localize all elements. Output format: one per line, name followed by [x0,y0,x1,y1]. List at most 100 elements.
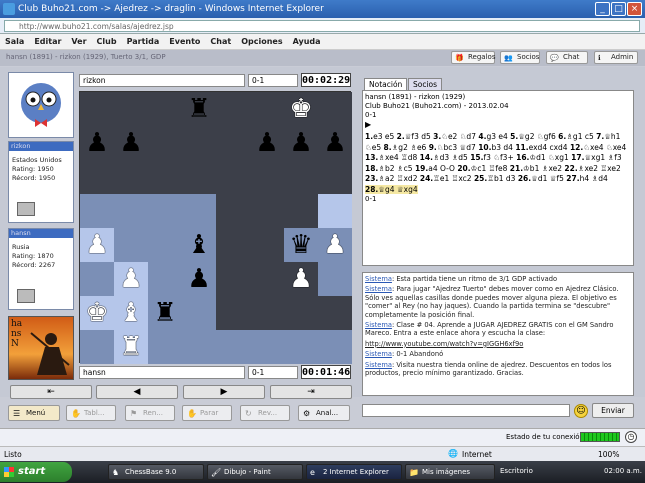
close-button[interactable]: × [627,2,642,16]
board-square[interactable] [318,92,352,126]
move-item[interactable]: 28.♕g4 ♕xg4 [365,184,418,194]
move-item[interactable]: 4.g3 e4 [478,132,510,141]
board-square[interactable] [148,330,182,364]
board-square[interactable] [148,194,182,228]
chess-piece[interactable]: ♜ [148,296,182,330]
move-item[interactable]: 17.♕xg1 ♗f3 [571,153,622,162]
chess-piece[interactable]: ♟ [80,228,114,262]
menu-opciones[interactable]: Opciones [236,34,287,50]
move-item[interactable]: 18.♗b2 ♗c5 [365,164,415,173]
menu-ayuda[interactable]: Ayuda [288,34,326,50]
board-square[interactable] [250,296,284,330]
chat-sender[interactable]: Sistema [365,350,392,358]
socios-button[interactable]: 👥 Socios [500,51,540,64]
chess-piece[interactable]: ♟ [284,262,318,296]
move-item[interactable]: 3.♘e2 ♘d7 [433,132,478,141]
board-square[interactable] [216,160,250,194]
menu-button[interactable]: ☰ Menú [8,405,60,421]
start-button[interactable]: start [0,462,72,482]
move-item[interactable]: 12.♘xe4 ♘xe4 [570,143,626,152]
board-square[interactable] [148,92,182,126]
nav-next-button[interactable]: ▶ [183,385,265,399]
board-square[interactable] [284,160,318,194]
board-square[interactable] [182,296,216,330]
admin-button[interactable]: ℹ Admin [594,51,638,64]
board-square[interactable] [216,296,250,330]
smiley-icon[interactable]: ☺ [574,404,588,418]
move-item[interactable]: 20.♔c1 [457,164,488,173]
chess-board[interactable]: ♜ ♚ ♟ ♟ ♟ ♟ ♟ ♟ ♝ ♛ ♟ ♟ ♟ ♟ ♚ ♝ ♜ ♜ [79,91,352,364]
board-square[interactable] [216,92,250,126]
move-item[interactable]: 11.exd4 cxd4 [515,143,570,152]
board-square[interactable] [250,228,284,262]
chess-piece[interactable]: ♜ [182,92,216,126]
board-square[interactable] [216,228,250,262]
move-item[interactable]: 15.f3 ♘f3+ [470,153,516,162]
chess-piece[interactable]: ♟ [284,126,318,160]
move-item[interactable]: 23.♗a2 ♖xd2 [365,174,420,183]
bottom-player-flag-icon[interactable] [17,289,35,303]
task-my-pictures[interactable]: 📁 Mis imágenes [405,464,495,480]
chat-button[interactable]: 💬 Chat [546,51,588,64]
board-square[interactable] [318,160,352,194]
board-square[interactable] [182,194,216,228]
nav-first-button[interactable]: ⇤ [10,385,92,399]
board-square[interactable] [114,160,148,194]
minimize-button[interactable]: _ [595,2,610,16]
board-square[interactable] [80,330,114,364]
nav-last-button[interactable]: ⇥ [270,385,352,399]
menu-chat[interactable]: Chat [205,34,236,50]
board-square[interactable] [216,194,250,228]
maximize-button[interactable]: □ [611,2,626,16]
move-item[interactable]: 9.♘bc3 ♕d7 [429,143,478,152]
menu-sala[interactable]: Sala [0,34,29,50]
board-square[interactable] [80,160,114,194]
board-square[interactable] [114,92,148,126]
nav-prev-button[interactable]: ◀ [96,385,178,399]
regalos-button[interactable]: 🎁 Regalos [451,51,495,64]
chess-piece[interactable]: ♟ [318,228,352,262]
board-square[interactable] [318,296,352,330]
chat-input[interactable] [362,404,570,417]
board-square[interactable] [80,262,114,296]
menu-club[interactable]: Club [92,34,122,50]
board-square[interactable] [250,262,284,296]
move-item[interactable]: 1.e3 e5 [365,132,397,141]
board-square[interactable] [182,330,216,364]
board-square[interactable] [148,228,182,262]
board-square[interactable] [80,194,114,228]
menu-partida[interactable]: Partida [122,34,165,50]
move-item[interactable]: 16.♔d1 ♘xg1 [516,153,571,162]
move-item[interactable]: 2.♕f3 d5 [397,132,434,141]
menu-ver[interactable]: Ver [66,34,91,50]
move-list[interactable]: 1.e3 e5 2.♕f3 d5 3.♘e2 ♘d7 4.g3 e4 5.♕g2… [365,132,631,195]
rematch-button[interactable]: ↻ Rev... [240,405,290,421]
draw-button[interactable]: ✋ Tabl... [66,405,116,421]
board-square[interactable] [284,330,318,364]
chess-piece[interactable]: ♟ [114,262,148,296]
board-square[interactable] [114,194,148,228]
board-square[interactable] [284,296,318,330]
chess-piece[interactable]: ♟ [318,126,352,160]
board-square[interactable] [148,126,182,160]
board-square[interactable] [250,330,284,364]
url-field[interactable]: http://www.buho21.com/salas/ajedrez.jsp [4,20,640,32]
board-square[interactable] [318,330,352,364]
chat-sender[interactable]: Sistema [365,361,392,369]
tab-notacion[interactable]: Notación [364,78,408,90]
move-item[interactable]: 6.♗g1 c5 [558,132,596,141]
board-square[interactable] [250,160,284,194]
chat-sender[interactable]: Sistema [365,321,392,329]
move-item[interactable]: 13.♗xe4 ♖d8 [365,153,420,162]
board-square[interactable] [318,262,352,296]
chess-piece[interactable]: ♝ [114,296,148,330]
chat-link[interactable]: http://www.youtube.com/watch?v=gIGGH6xf9… [365,340,523,348]
board-square[interactable] [250,92,284,126]
chess-piece[interactable]: ♛ [284,228,318,262]
chess-piece[interactable]: ♚ [284,92,318,126]
menu-editar[interactable]: Editar [29,34,66,50]
board-square[interactable] [216,126,250,160]
task-internet-explorer[interactable]: e2 Internet Explorer [306,464,402,480]
board-square[interactable] [318,194,352,228]
move-item[interactable]: 25.♖b1 d3 [474,174,518,183]
